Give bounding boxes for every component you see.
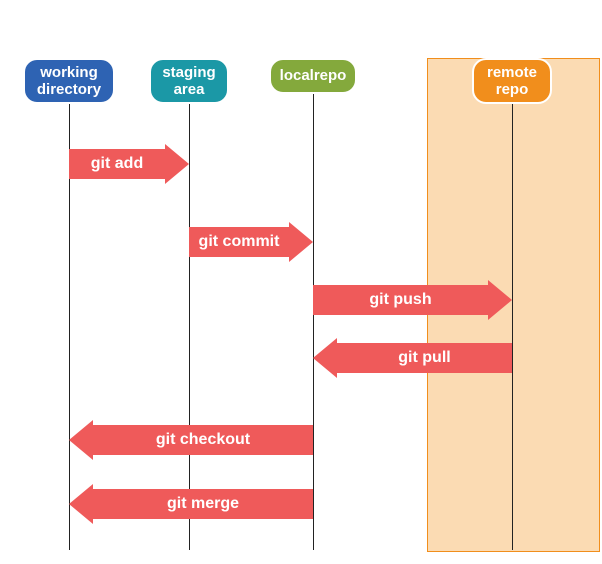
location-staging: staging area	[149, 58, 229, 104]
arrow-left-icon	[69, 484, 93, 524]
command-git-pull: git pull	[337, 338, 512, 378]
command-label: git push	[313, 285, 488, 315]
command-git-commit: git commit	[189, 222, 289, 262]
command-label: git pull	[337, 343, 512, 373]
location-working: working directory	[23, 58, 115, 104]
location-remote: remote repo	[472, 58, 552, 104]
lifeline-staging	[189, 58, 190, 550]
command-git-add: git add	[69, 144, 165, 184]
location-local: localrepo	[269, 58, 357, 94]
command-git-merge: git merge	[93, 484, 313, 524]
arrow-right-icon	[289, 222, 313, 262]
command-git-push: git push	[313, 280, 488, 320]
command-label: git add	[69, 149, 165, 179]
arrow-right-icon	[488, 280, 512, 320]
arrow-left-icon	[313, 338, 337, 378]
arrow-right-icon	[165, 144, 189, 184]
command-label: git checkout	[93, 425, 313, 455]
lifeline-working	[69, 58, 70, 550]
arrow-left-icon	[69, 420, 93, 460]
command-label: git commit	[189, 227, 289, 257]
lifeline-remote	[512, 58, 513, 550]
command-label: git merge	[93, 489, 313, 519]
command-git-checkout: git checkout	[93, 420, 313, 460]
